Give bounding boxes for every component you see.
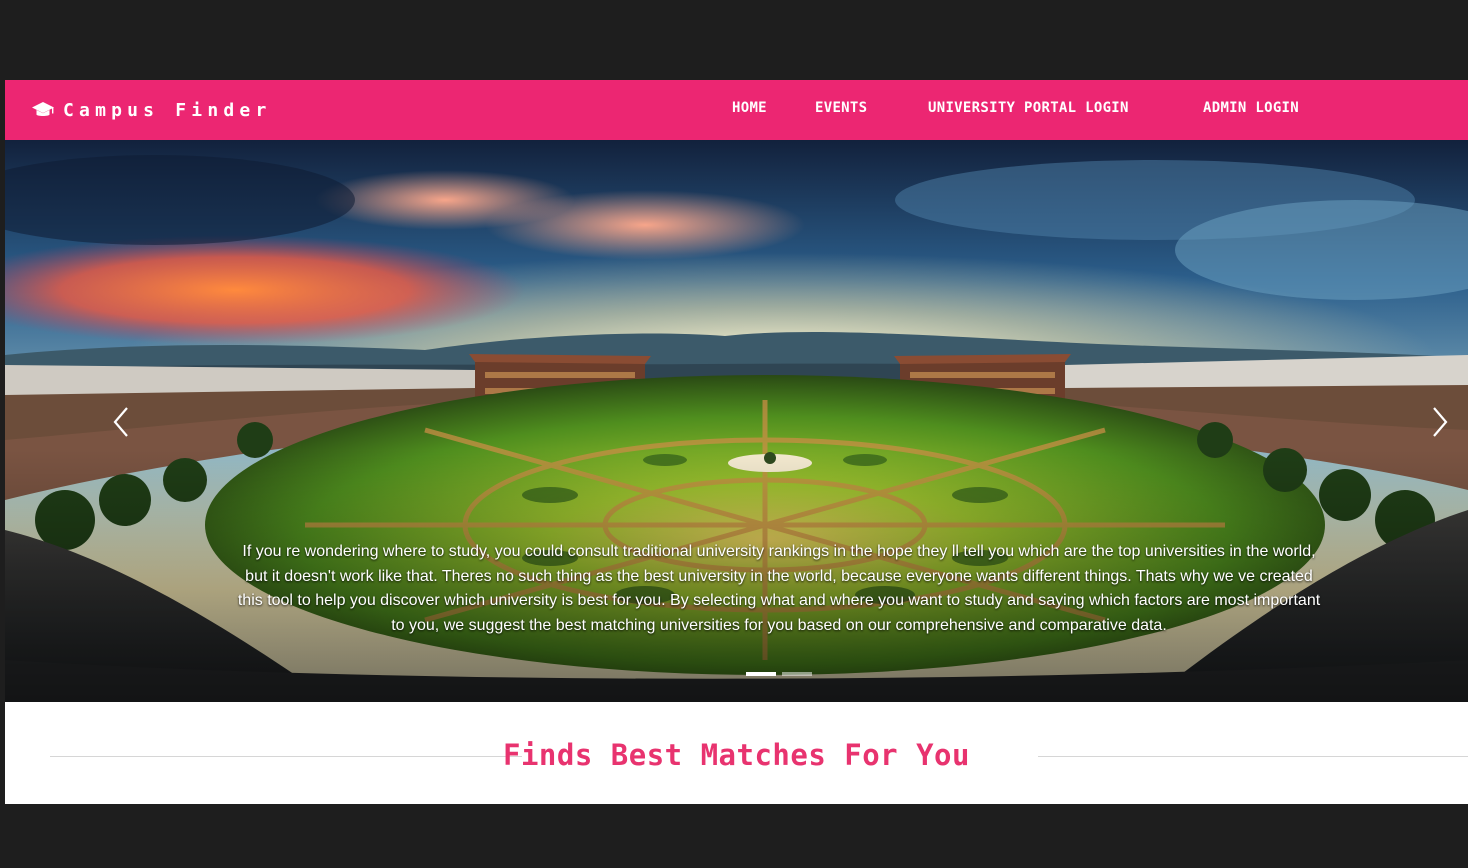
carousel-prev-button[interactable] [107, 402, 137, 442]
nav-home[interactable]: HOME [732, 100, 767, 116]
page-frame: Campus Finder HOME EVENTS UNIVERSITY POR… [5, 80, 1468, 804]
heading-divider-right [1038, 756, 1468, 757]
carousel-caption: If you re wondering where to study, you … [237, 543, 1321, 634]
carousel-indicator-2[interactable] [782, 672, 812, 676]
carousel-indicators [746, 672, 812, 676]
nav-events[interactable]: EVENTS [815, 100, 867, 116]
brand-name: Campus Finder [63, 99, 272, 121]
section-heading-row: Finds Best Matches For You [5, 702, 1468, 804]
carousel-indicator-1[interactable] [746, 672, 776, 676]
nav-university-portal-login[interactable]: UNIVERSITY PORTAL LOGIN [928, 100, 1129, 116]
graduation-cap-icon [31, 100, 55, 120]
brand-link[interactable]: Campus Finder [31, 97, 271, 123]
section-title: Finds Best Matches For You [503, 738, 970, 772]
nav-admin-login[interactable]: ADMIN LOGIN [1203, 100, 1299, 116]
carousel-next-button[interactable] [1424, 402, 1454, 442]
top-navbar: Campus Finder HOME EVENTS UNIVERSITY POR… [5, 80, 1468, 140]
hero-carousel: If you re wondering where to study, you … [5, 140, 1468, 702]
chevron-right-icon [1433, 407, 1448, 437]
chevron-left-icon [113, 407, 128, 437]
